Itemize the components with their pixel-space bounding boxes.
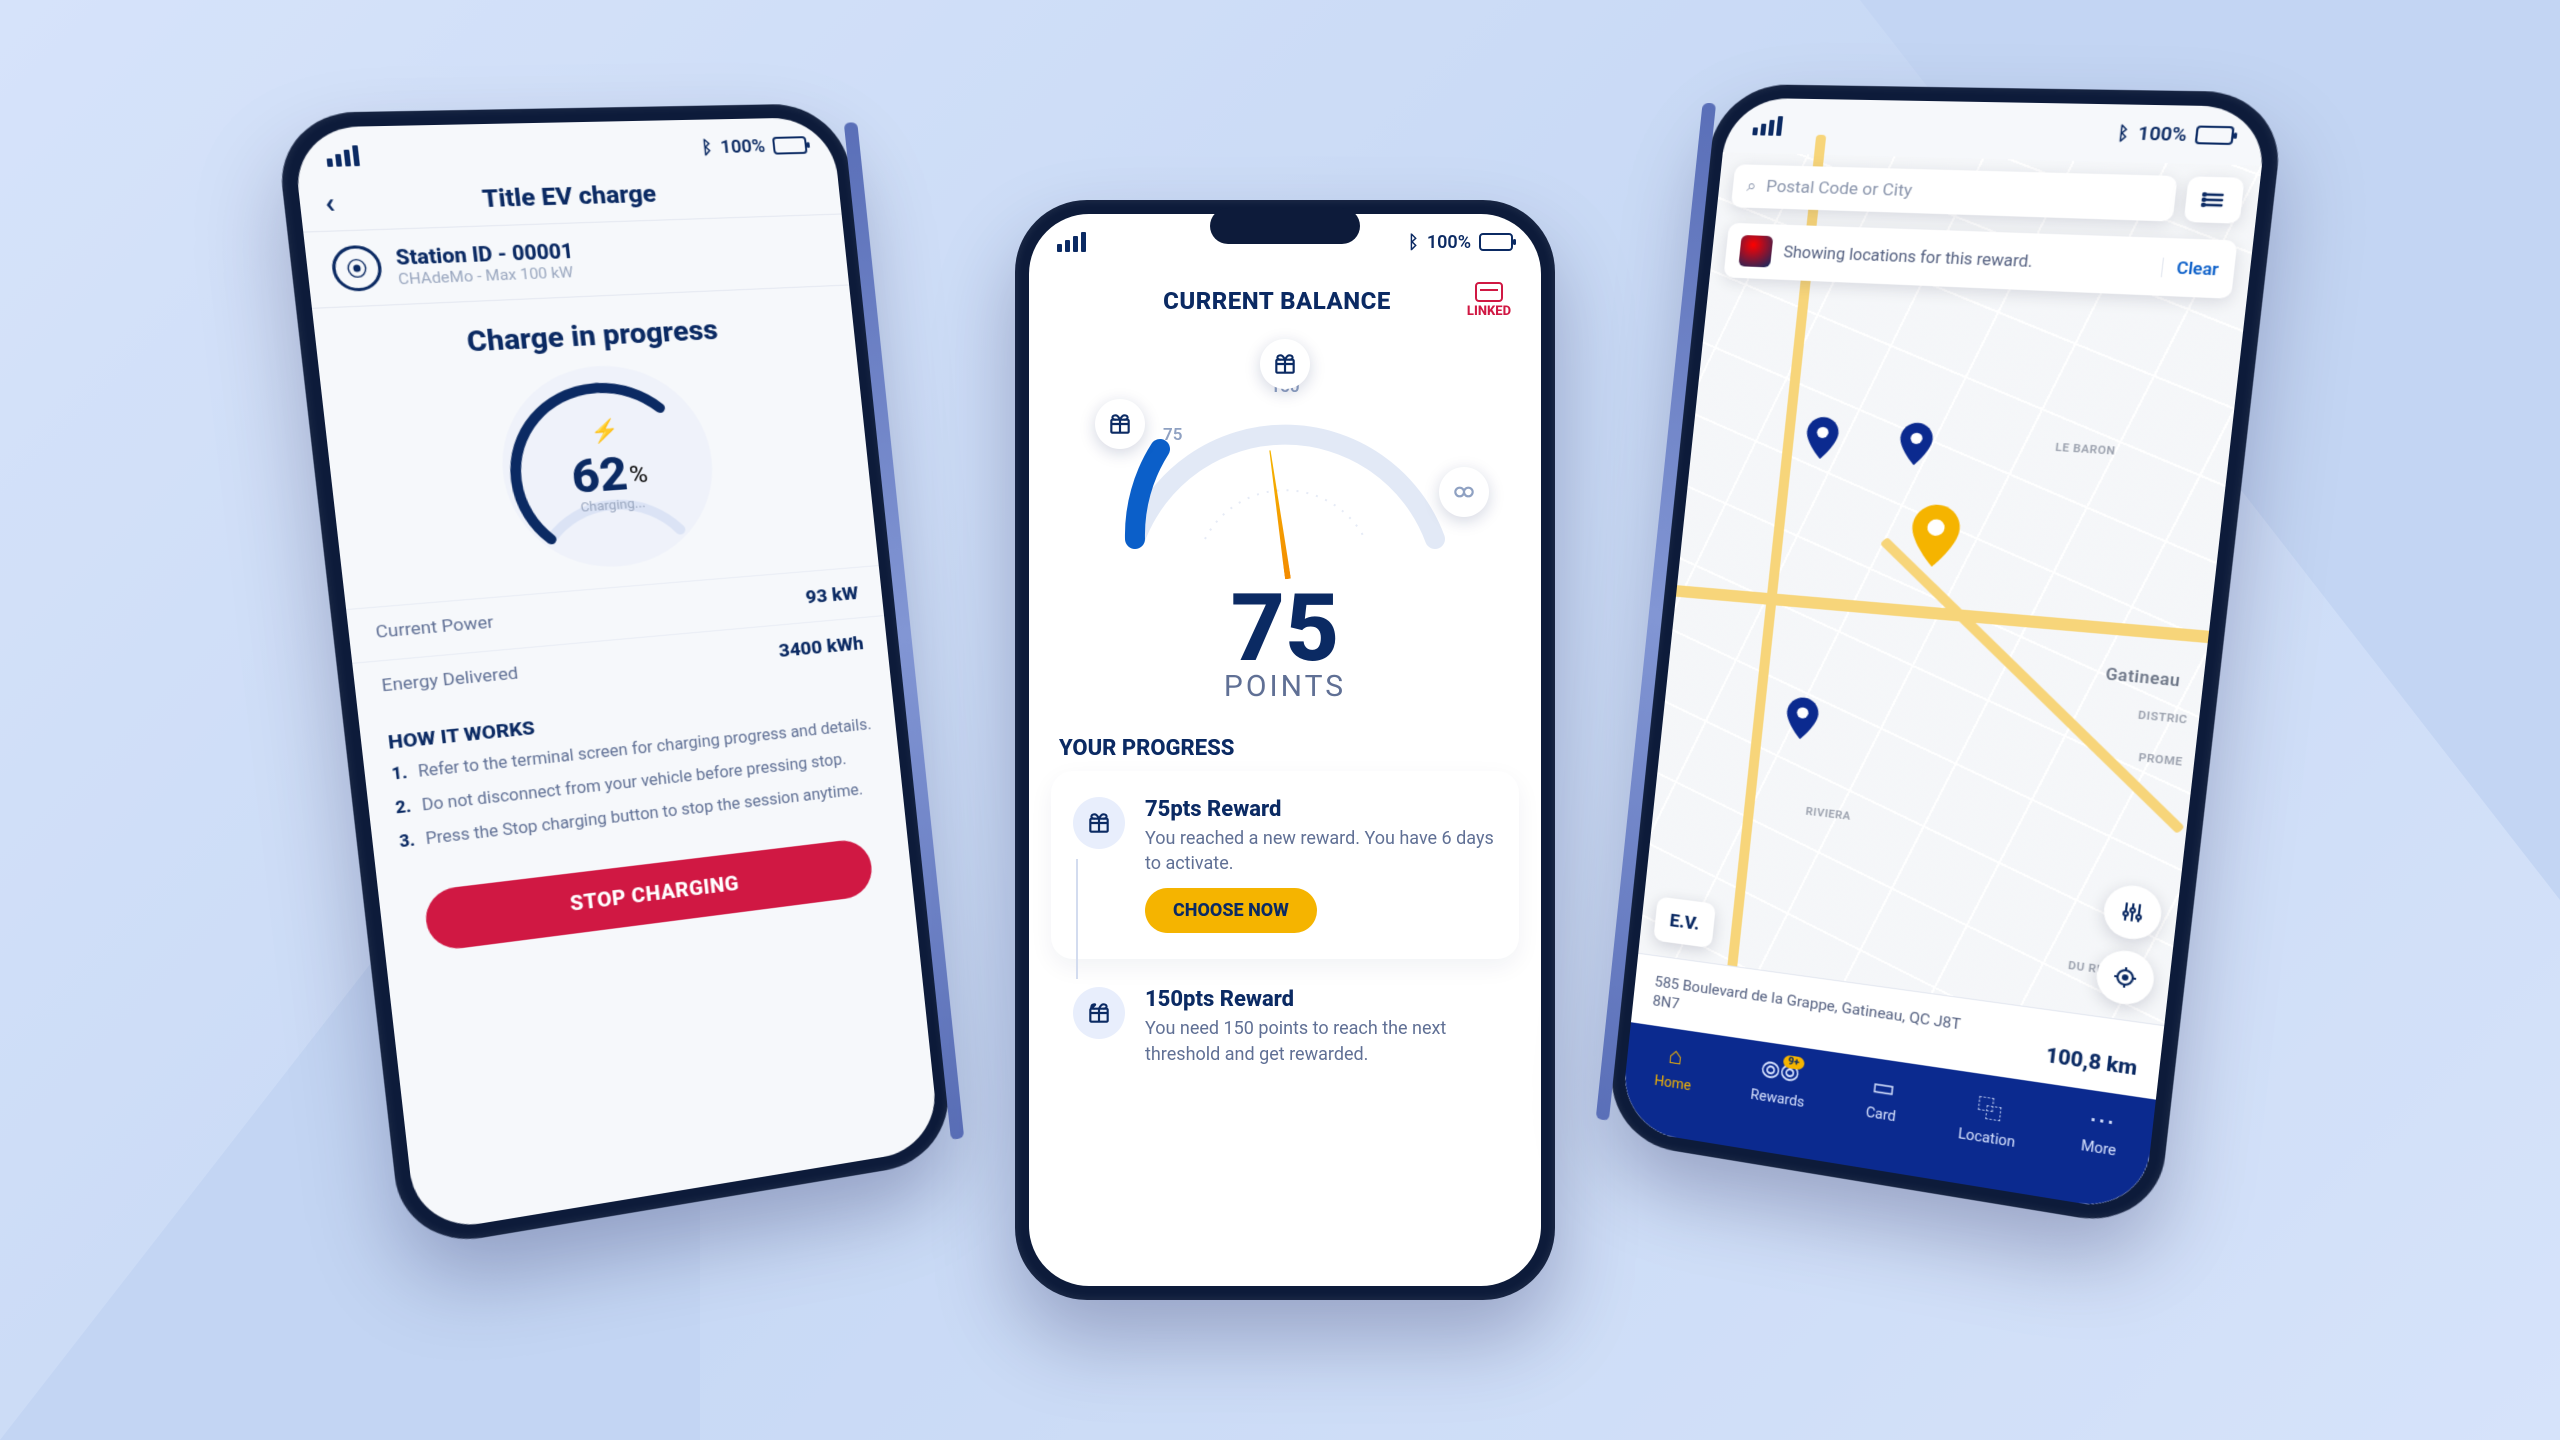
pepsi-icon <box>1738 235 1773 268</box>
map-text: DU RUISS <box>2068 959 2126 980</box>
points-value: 75 <box>1029 581 1541 675</box>
reward-title: 75pts Reward <box>1145 797 1497 822</box>
signal-icon <box>1057 232 1086 252</box>
phone-ev-charge: ᛒ 100% ‹ Title EV charge ⦿ Station ID - … <box>274 103 955 1251</box>
toast-text: Showing locations for this reward. <box>1783 242 2151 276</box>
charging-label: Charging... <box>580 496 646 516</box>
locate-me-button[interactable] <box>2094 947 2157 1007</box>
list-view-button[interactable] <box>2184 176 2245 223</box>
tab-more[interactable]: ⋯ More <box>2080 1104 2121 1160</box>
points-label: POINTS <box>1029 669 1541 704</box>
search-icon: ⌕ <box>1746 176 1757 196</box>
battery-icon <box>2195 125 2235 145</box>
selected-pin[interactable] <box>1906 503 1965 569</box>
map-view[interactable]: LE BARON Gatineau RIVIERA DU RUISS DISTR… <box>1620 152 2262 1213</box>
points-dial: 75 150 300 <box>1085 349 1485 579</box>
bluetooth-icon: ᛒ <box>2116 122 2130 144</box>
battery-text: 100% <box>2137 123 2188 146</box>
battery-text: 100% <box>1427 232 1471 253</box>
more-icon: ⋯ <box>2087 1104 2116 1136</box>
tab-card[interactable]: ▭ Card <box>1865 1071 1900 1125</box>
battery-icon <box>1479 233 1513 251</box>
map-text: PROME <box>2138 751 2184 769</box>
phone-map: ᛒ 100% LE BARON Gatineau RIVIERA DU RUIS… <box>1605 84 2286 1231</box>
card-icon: ▭ <box>1871 1072 1897 1103</box>
choose-now-button[interactable]: CHOOSE NOW <box>1145 888 1317 933</box>
map-text: DISTRIC <box>2137 709 2188 727</box>
charge-percent: 62 <box>569 447 630 505</box>
distance-text: 100,8 km <box>2044 1043 2138 1080</box>
search-input[interactable]: ⌕ Postal Code or City <box>1731 164 2178 221</box>
map-text: LE BARON <box>2055 441 2117 458</box>
battery-icon <box>772 136 808 154</box>
reward-title: 150pts Reward <box>1145 987 1497 1012</box>
map-icon: ⿻ <box>1975 1088 2004 1127</box>
signal-icon <box>325 145 360 167</box>
phone-balance: ᛒ 100% CURRENT BALANCE LINKED 75 <box>1015 200 1555 1300</box>
milestone-icon <box>1260 339 1310 389</box>
timeline-connector <box>1076 859 1078 979</box>
tab-rewards[interactable]: 9+ ⦾⦾ Rewards <box>1750 1054 1809 1111</box>
balance-title: CURRENT BALANCE <box>1087 287 1467 315</box>
progress-title: YOUR PROGRESS <box>1029 722 1541 771</box>
tab-location[interactable]: ⿻ Location <box>1957 1085 2020 1151</box>
filters-button[interactable] <box>2101 882 2164 942</box>
milestone-icon <box>1439 467 1489 517</box>
plug-icon: ⦿ <box>330 245 384 293</box>
location-pin[interactable] <box>1896 421 1936 467</box>
battery-text: 100% <box>719 136 766 158</box>
clear-filter-button[interactable]: Clear <box>2161 257 2219 279</box>
map-text: Gatineau <box>2105 664 2182 690</box>
home-icon: ⌂ <box>1667 1042 1684 1072</box>
map-text: RIVIERA <box>1805 804 1851 822</box>
bluetooth-icon: ᛒ <box>700 137 713 158</box>
search-placeholder: Postal Code or City <box>1765 177 1913 201</box>
card-icon <box>1475 282 1503 302</box>
reward-card-75[interactable]: 75pts Reward You reached a new reward. Y… <box>1051 771 1519 959</box>
charge-gauge: ⚡ 62% Charging... <box>492 361 722 575</box>
linked-badge[interactable]: LINKED <box>1467 282 1511 319</box>
location-pin[interactable] <box>1802 415 1841 460</box>
ev-filter-button[interactable]: E.V. <box>1653 896 1716 948</box>
bolt-icon: ⚡ <box>589 418 620 445</box>
reward-desc: You reached a new reward. You have 6 day… <box>1145 826 1497 876</box>
location-pin[interactable] <box>1783 695 1822 741</box>
dial-mark-75: 75 <box>1163 425 1182 445</box>
tab-home[interactable]: ⌂ Home <box>1654 1040 1696 1094</box>
gift-icon <box>1073 797 1125 849</box>
signal-icon <box>1752 116 1783 136</box>
bluetooth-icon: ᛒ <box>1408 232 1419 253</box>
milestone-icon <box>1095 399 1145 449</box>
reward-desc: You need 150 points to reach the next th… <box>1145 1016 1497 1066</box>
gift-icon <box>1073 987 1125 1039</box>
reward-card-150: 150pts Reward You need 150 points to rea… <box>1051 977 1519 1104</box>
